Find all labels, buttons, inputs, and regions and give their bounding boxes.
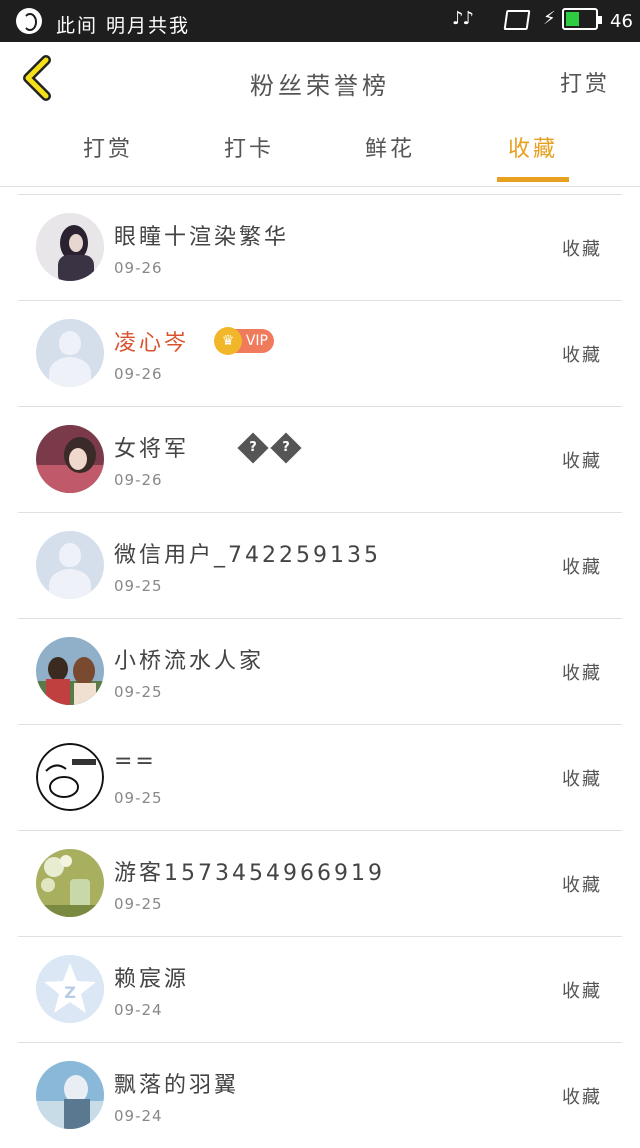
tab-label: 收藏 (507, 137, 558, 162)
list-item[interactable]: Z 赖宸源 09-24 收藏 (18, 936, 622, 1042)
vip-label: VIP (245, 333, 268, 349)
list-item[interactable]: 凌心岑 ♛ VIP 09-26 收藏 (18, 300, 622, 406)
list-item[interactable]: 飘落的羽翼 09-24 收藏 (18, 1042, 622, 1148)
list-item[interactable]: 小桥流水人家 09-25 收藏 (18, 618, 622, 724)
battery-level: 46 (610, 11, 633, 32)
unknown-glyphs: ? ? (236, 432, 302, 464)
user-date: 09-26 (114, 471, 163, 489)
list-item[interactable]: 游客1573454966919 09-25 收藏 (18, 830, 622, 936)
screen-icon (503, 10, 531, 30)
user-name: 凌心岑 (114, 331, 190, 356)
avatar[interactable]: Z (36, 955, 104, 1023)
user-name: 微信用户_742259135 (114, 543, 381, 568)
status-text: 此间 明月共我 (56, 15, 191, 37)
fan-list: 眼瞳十渲染繁华 09-26 收藏 凌心岑 ♛ VIP 09-26 收藏 女将军 … (0, 194, 640, 1148)
user-date: 09-26 (114, 365, 163, 383)
action-label: 收藏 (562, 557, 602, 578)
avatar[interactable] (36, 1061, 104, 1129)
tab-label: 打卡 (223, 137, 274, 162)
charging-icon: ⚡ (543, 8, 556, 29)
user-name: 飘落的羽翼 (114, 1073, 240, 1098)
user-name: 游客1573454966919 (114, 861, 385, 886)
user-name: 女将军 (114, 437, 190, 462)
user-date: 09-25 (114, 789, 163, 807)
action-label: 收藏 (562, 345, 602, 366)
tab-label: 打赏 (82, 137, 133, 162)
action-label: 收藏 (562, 451, 602, 472)
replacement-glyph: ? (270, 432, 302, 464)
avatar[interactable] (36, 531, 104, 599)
list-item[interactable]: 微信用户_742259135 09-25 收藏 (18, 512, 622, 618)
vip-badge: ♛ VIP (214, 327, 274, 355)
tab-flowers[interactable]: 鲜花 (340, 114, 440, 186)
user-date: 09-25 (114, 577, 163, 595)
status-bar: 此间 明月共我 ♪♪ ⚡ 46 (0, 0, 640, 42)
action-label: 收藏 (562, 663, 602, 684)
svg-text:Z: Z (64, 983, 76, 1002)
action-label: 收藏 (562, 769, 602, 790)
user-name: 小桥流水人家 (114, 649, 265, 674)
user-date: 09-26 (114, 259, 163, 277)
avatar[interactable] (36, 213, 104, 281)
music-icon: ♪♪ (452, 8, 474, 29)
user-name: == (114, 749, 157, 774)
user-date: 09-25 (114, 683, 163, 701)
user-name: 眼瞳十渲染繁华 (114, 225, 290, 250)
tab-label: 鲜花 (364, 137, 415, 162)
avatar[interactable] (36, 849, 104, 917)
battery-icon (562, 8, 602, 30)
action-label: 收藏 (562, 981, 602, 1002)
active-tab-indicator (497, 177, 569, 182)
replacement-glyph: ? (237, 432, 269, 464)
list-item[interactable]: 女将军 ? ? 09-26 收藏 (18, 406, 622, 512)
user-date: 09-25 (114, 895, 163, 913)
user-date: 09-24 (114, 1107, 163, 1125)
page-title: 粉丝荣誉榜 (250, 72, 390, 100)
crown-icon: ♛ (214, 327, 242, 355)
user-date: 09-24 (114, 1001, 163, 1019)
header: 粉丝荣誉榜 打赏 (0, 42, 640, 115)
action-label: 收藏 (562, 875, 602, 896)
battery-fill (566, 12, 579, 26)
list-item[interactable]: == 09-25 收藏 (18, 724, 622, 830)
action-label: 收藏 (562, 239, 602, 260)
list-item[interactable]: 眼瞳十渲染繁华 09-26 收藏 (18, 194, 622, 300)
avatar[interactable] (36, 637, 104, 705)
user-name: 赖宸源 (114, 967, 190, 992)
avatar[interactable] (36, 425, 104, 493)
avatar[interactable] (36, 743, 104, 811)
avatar[interactable] (36, 319, 104, 387)
tab-reward[interactable]: 打赏 (58, 114, 158, 186)
reward-button[interactable]: 打赏 (560, 66, 610, 98)
app-icon (16, 8, 42, 34)
action-label: 收藏 (562, 1087, 602, 1108)
tab-checkin[interactable]: 打卡 (199, 114, 299, 186)
tab-favorites[interactable]: 收藏 (483, 114, 583, 186)
tab-bar: 打赏 打卡 鲜花 收藏 (0, 114, 640, 187)
